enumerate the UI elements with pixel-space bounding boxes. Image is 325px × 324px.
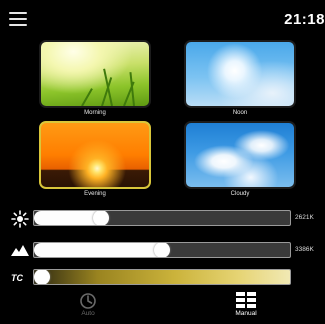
preset-noon[interactable] [184,40,296,108]
cct-slider[interactable] [33,242,291,258]
tab-manual[interactable]: Manual [216,292,276,317]
clock-icon [58,292,118,310]
tc-icon: TC [11,273,23,283]
grid-icon [216,292,276,310]
tc-knob[interactable] [34,270,50,284]
preset-label-morning: Morning [84,110,106,116]
cct-knob[interactable] [154,243,170,257]
preset-morning[interactable] [39,40,151,108]
menu-icon [9,12,27,14]
cct-fill [34,243,162,257]
clock: 21:18 [284,11,325,28]
menu-button[interactable] [9,12,27,26]
tab-manual-label: Manual [235,310,257,317]
preset-label-noon: Noon [232,110,248,116]
sun-icon [11,210,31,228]
preset-cloudy[interactable] [184,121,296,189]
brightness-value: 2621K [295,214,314,221]
preset-label-cloudy: Cloudy [230,191,250,197]
tc-slider[interactable] [33,269,291,285]
preset-evening[interactable] [39,121,151,189]
hills-icon [11,242,31,258]
brightness-knob[interactable] [92,211,109,225]
cct-value: 3386K [295,246,314,253]
preset-label-evening: Evening [84,191,106,197]
tab-auto[interactable]: Auto [58,292,118,317]
tab-auto-label: Auto [81,310,95,317]
brightness-slider[interactable] [33,210,291,226]
brightness-fill [34,211,101,225]
